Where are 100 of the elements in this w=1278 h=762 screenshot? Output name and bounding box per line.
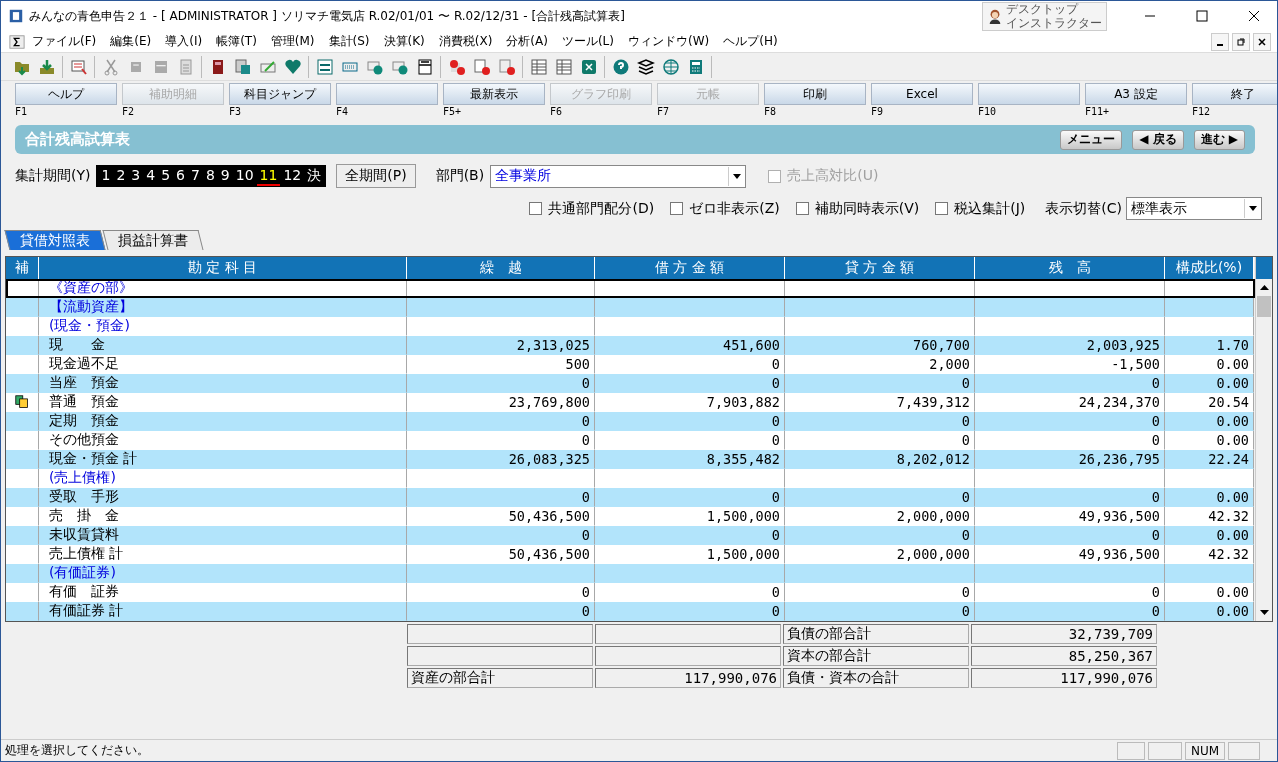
close-icon bbox=[1258, 37, 1266, 46]
menu-item[interactable]: ファイル(F) bbox=[25, 33, 104, 50]
account-name[interactable]: 受取 手形 bbox=[39, 488, 407, 507]
scroll-thumb[interactable] bbox=[1257, 296, 1271, 317]
account-name[interactable]: 普通 預金 bbox=[39, 393, 407, 412]
menu-item[interactable]: 集計(S) bbox=[321, 33, 377, 50]
period-option[interactable]: 7 bbox=[188, 166, 203, 186]
period-option[interactable]: 12 bbox=[280, 166, 305, 186]
function-key-label: F12 bbox=[1192, 105, 1211, 119]
function-key-button[interactable]: A3 設定 bbox=[1085, 83, 1187, 105]
checkbox[interactable] bbox=[795, 202, 809, 215]
account-name[interactable]: 現 金 bbox=[39, 336, 407, 355]
amount-cell: 0 bbox=[975, 583, 1165, 602]
function-key-button[interactable]: 最新表示 bbox=[443, 83, 545, 105]
all-periods-button[interactable]: 全期間(P) bbox=[336, 164, 416, 188]
minimize-button[interactable] bbox=[1211, 32, 1229, 51]
account-name[interactable]: 現金過不足 bbox=[39, 355, 407, 374]
amount-cell: 0 bbox=[785, 374, 975, 393]
account-name[interactable]: その他預金 bbox=[39, 431, 407, 450]
function-key-button[interactable]: Excel bbox=[871, 83, 973, 105]
function-key-button[interactable]: 印刷 bbox=[764, 83, 866, 105]
menu-item[interactable]: ヘルプ(H) bbox=[716, 33, 785, 50]
section-heading[interactable]: (売上債権) bbox=[39, 469, 407, 488]
close-button[interactable] bbox=[1253, 32, 1271, 51]
section-heading[interactable]: (現金・預金) bbox=[39, 317, 407, 336]
amount-cell: 0 bbox=[595, 583, 785, 602]
period-option[interactable]: 決 bbox=[304, 166, 325, 186]
checkbox[interactable] bbox=[935, 202, 949, 215]
period-option[interactable]: 8 bbox=[202, 166, 218, 186]
checkbox[interactable] bbox=[670, 202, 684, 215]
account-name[interactable]: 有価証券 計 bbox=[39, 602, 407, 621]
total-amount: 85,250,367 bbox=[971, 646, 1157, 666]
nav-button[interactable]: 進む ▶ bbox=[1193, 129, 1245, 150]
function-key-label: F5+ bbox=[443, 105, 462, 119]
period-option[interactable]: 10 bbox=[232, 166, 257, 186]
menu-item[interactable]: ウィンドウ(W) bbox=[621, 33, 717, 50]
menu-item[interactable]: 編集(E) bbox=[103, 33, 159, 50]
amount-cell: 0 bbox=[975, 431, 1165, 450]
account-name[interactable]: 未収賃貸料 bbox=[39, 526, 407, 545]
amount-cell: 760,700 bbox=[785, 336, 975, 355]
menu-item[interactable]: 消費税(X) bbox=[431, 33, 500, 50]
table-cell bbox=[6, 545, 39, 564]
stack-icon bbox=[636, 57, 655, 76]
amount-cell: 0.00 bbox=[1165, 431, 1254, 450]
period-option[interactable]: 6 bbox=[173, 166, 188, 186]
instructor-badge[interactable]: デスクトップ インストラクター bbox=[982, 1, 1107, 31]
dropdown-arrow-icon bbox=[1248, 206, 1257, 211]
tab[interactable]: 損益計算書 bbox=[102, 230, 204, 250]
function-key-button[interactable]: ヘルプ bbox=[15, 83, 117, 105]
menu-item[interactable]: 帳簿(T) bbox=[209, 33, 264, 50]
department-dropdown[interactable]: 全事業所 bbox=[490, 164, 747, 188]
scroll-down-icon[interactable] bbox=[1259, 610, 1269, 615]
period-label: 集計期間(Y) bbox=[15, 167, 91, 185]
menu-item[interactable]: 管理(M) bbox=[263, 33, 322, 50]
restore-button[interactable] bbox=[1232, 32, 1250, 51]
section-heading[interactable]: 《資産の部》 bbox=[39, 279, 407, 298]
table-cell bbox=[6, 279, 39, 298]
account-name[interactable]: 有価 証券 bbox=[39, 583, 407, 602]
nav-button[interactable]: メニュー bbox=[1060, 129, 1123, 150]
function-key-button[interactable]: 科目ジャンプ bbox=[229, 83, 331, 105]
amount-cell: 50,436,500 bbox=[407, 545, 595, 564]
period-option[interactable]: 3 bbox=[128, 166, 144, 186]
period-option[interactable]: 9 bbox=[217, 166, 233, 186]
amount-cell: 0.00 bbox=[1165, 412, 1254, 431]
account-name[interactable]: 現金・預金 計 bbox=[39, 450, 407, 469]
period-option[interactable]: 5 bbox=[158, 166, 174, 186]
checkbox-label: 売上高対比(U) bbox=[787, 167, 879, 185]
account-name[interactable]: 当座 預金 bbox=[39, 374, 407, 393]
amount-cell: 0.00 bbox=[1165, 602, 1254, 621]
period-option[interactable]: 2 bbox=[113, 166, 129, 186]
sigma-icon bbox=[9, 33, 25, 50]
function-key-button[interactable]: 終了 bbox=[1192, 83, 1277, 105]
account-name[interactable]: 定期 預金 bbox=[39, 412, 407, 431]
status-indicator: NUM bbox=[1185, 741, 1225, 760]
menu-item[interactable]: ツール(L) bbox=[554, 33, 621, 50]
menu-item[interactable]: 導入(I) bbox=[158, 33, 210, 50]
spreadsheet-icon bbox=[529, 57, 548, 76]
section-heading[interactable]: 【流動資産】 bbox=[39, 298, 407, 317]
nav-button[interactable]: ◀ 戻る bbox=[1132, 129, 1184, 150]
menu-item[interactable]: 決算(K) bbox=[376, 33, 432, 50]
display-dropdown[interactable]: 標準表示 bbox=[1126, 197, 1262, 220]
menu-item[interactable]: 分析(A) bbox=[499, 33, 555, 50]
header-cell bbox=[1256, 257, 1272, 279]
checkbox[interactable] bbox=[529, 202, 543, 215]
account-name[interactable]: 売 掛 金 bbox=[39, 507, 407, 526]
column-header: 残 高 bbox=[975, 257, 1165, 279]
section-heading[interactable]: (有価証券) bbox=[39, 564, 407, 583]
table-cell bbox=[6, 298, 39, 317]
period-option[interactable]: 4 bbox=[143, 166, 159, 186]
amount-cell: 0 bbox=[975, 526, 1165, 545]
scrollbar[interactable] bbox=[1255, 257, 1272, 621]
document-icon bbox=[497, 57, 516, 76]
scroll-up-icon[interactable] bbox=[1259, 285, 1269, 290]
account-name[interactable]: 売上債権 計 bbox=[39, 545, 407, 564]
total-amount: 117,990,076 bbox=[971, 668, 1157, 688]
badge-text: デスクトップ bbox=[1006, 2, 1080, 16]
period-option[interactable]: 1 bbox=[98, 166, 114, 186]
period-option[interactable]: 11 bbox=[256, 166, 281, 186]
tab[interactable]: 貸借対照表 bbox=[4, 230, 106, 250]
download-icon bbox=[37, 57, 56, 76]
